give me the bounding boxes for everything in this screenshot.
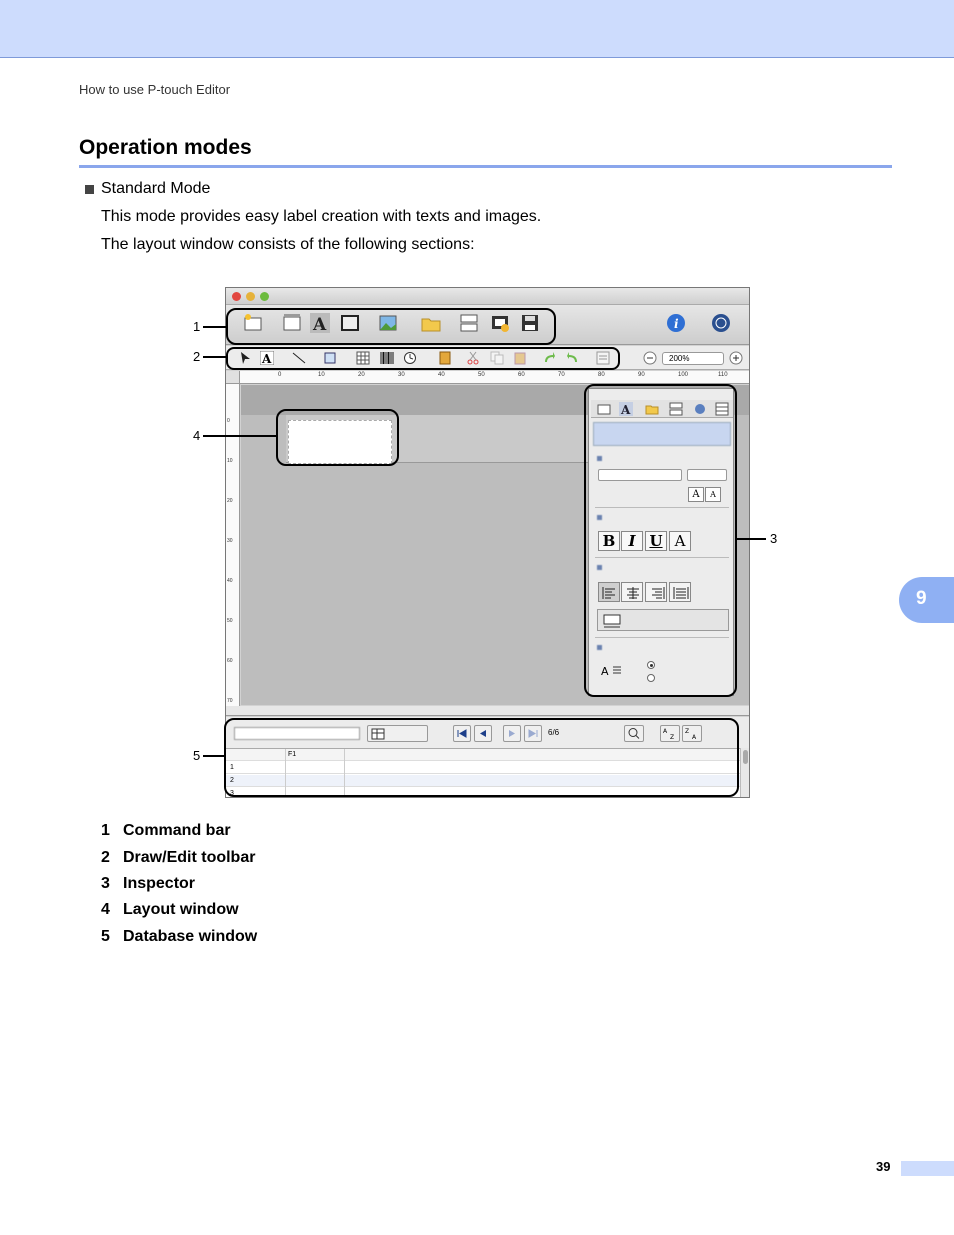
ruler-left-label: 10 xyxy=(227,458,233,464)
zoom-window-icon[interactable] xyxy=(260,292,269,301)
leader-line-3 xyxy=(737,538,766,540)
ruler-top-label: 0 xyxy=(278,372,282,378)
chapter-number: 9 xyxy=(916,588,927,609)
callout-number-3: 3 xyxy=(770,531,778,546)
leader-line-5 xyxy=(203,755,225,757)
ruler-left-label: 20 xyxy=(227,498,233,504)
callout-number-5: 5 xyxy=(193,748,201,763)
legend-item-command-bar: 1 Command bar xyxy=(101,822,231,840)
db-vertical-scrollbar[interactable] xyxy=(740,748,749,797)
legend-label: Layout window xyxy=(123,901,239,918)
ruler-left-label: 0 xyxy=(227,418,230,424)
callout-number-2: 2 xyxy=(193,349,201,364)
square-bullet-icon xyxy=(85,184,94,194)
callout-number-4: 4 xyxy=(193,428,201,443)
callout-database-window xyxy=(224,718,739,797)
scroll-thumb[interactable] xyxy=(743,750,748,764)
window-titlebar xyxy=(226,288,749,305)
ruler-left-label: 70 xyxy=(227,698,233,704)
legend-item-layout-window: 4 Layout window xyxy=(101,901,239,919)
legend-label: Database window xyxy=(123,928,258,945)
chapter-tab: 9 xyxy=(899,577,954,623)
ruler-top-label: 100 xyxy=(678,372,689,378)
legend-number: 5 xyxy=(101,928,110,945)
callout-inspector xyxy=(584,384,737,697)
legend-number: 2 xyxy=(101,849,110,866)
callout-number-1: 1 xyxy=(193,319,201,334)
ruler-top-label: 30 xyxy=(398,372,405,378)
legend-label: Draw/Edit toolbar xyxy=(123,849,256,866)
page-number: 39 xyxy=(876,1159,891,1174)
zoom-out-icon[interactable] xyxy=(643,351,657,365)
leader-line-1 xyxy=(203,326,227,328)
legend-label: Command bar xyxy=(123,822,231,839)
ruler-top-label: 90 xyxy=(638,372,645,378)
zoom-select[interactable]: 200% xyxy=(662,352,724,365)
running-head: How to use P-touch Editor xyxy=(79,82,231,97)
top-band xyxy=(0,0,954,58)
ruler-left: 0 10 20 30 40 50 60 70 xyxy=(226,384,240,706)
inspector-info-icon[interactable]: i xyxy=(666,313,686,333)
ruler-corner xyxy=(226,371,240,384)
ruler-left-label: 40 xyxy=(227,578,233,584)
ruler-top-label: 40 xyxy=(438,372,445,378)
legend-item-inspector: 3 Inspector xyxy=(101,875,195,893)
svg-text:i: i xyxy=(674,317,679,331)
ruler-top-label: 50 xyxy=(478,372,485,378)
zoom-in-icon[interactable] xyxy=(729,351,743,365)
ruler-left-label: 30 xyxy=(227,538,233,544)
horizontal-scrollbar[interactable] xyxy=(226,706,749,716)
section-title: Operation modes xyxy=(79,136,252,159)
ruler-left-label: 50 xyxy=(227,618,233,624)
legend-number: 3 xyxy=(101,875,110,892)
bullet-standard-mode: Standard Mode xyxy=(85,180,210,198)
ruler-top-label: 80 xyxy=(598,372,605,378)
leader-line-2 xyxy=(203,356,227,358)
callout-layout-window xyxy=(276,409,399,466)
legend-label: Inspector xyxy=(123,875,196,892)
ruler-left-label: 60 xyxy=(227,658,233,664)
ruler-top-label: 20 xyxy=(358,372,365,378)
leader-line-4 xyxy=(203,435,277,437)
ruler-top: 0 10 20 30 40 50 60 70 80 90 100 110 xyxy=(240,371,749,384)
snap-mode-icon[interactable] xyxy=(711,313,731,333)
callout-draw-edit-toolbar xyxy=(226,347,620,370)
minimize-window-icon[interactable] xyxy=(246,292,255,301)
legend-number: 4 xyxy=(101,901,110,918)
ruler-top-label: 10 xyxy=(318,372,325,378)
legend-number: 1 xyxy=(101,822,110,839)
paragraph-2: The layout window consists of the follow… xyxy=(101,236,475,253)
page-number-bar xyxy=(901,1161,954,1176)
bullet-text: Standard Mode xyxy=(101,180,211,197)
close-window-icon[interactable] xyxy=(232,292,241,301)
callout-command-bar xyxy=(226,308,556,345)
paragraph-1: This mode provides easy label creation w… xyxy=(101,208,542,225)
ruler-top-label: 70 xyxy=(558,372,565,378)
ruler-top-label: 60 xyxy=(518,372,525,378)
legend-item-database-window: 5 Database window xyxy=(101,928,257,946)
ruler-top-label: 110 xyxy=(718,372,728,378)
legend-item-draw-edit-toolbar: 2 Draw/Edit toolbar xyxy=(101,849,255,867)
title-rule xyxy=(79,165,892,168)
